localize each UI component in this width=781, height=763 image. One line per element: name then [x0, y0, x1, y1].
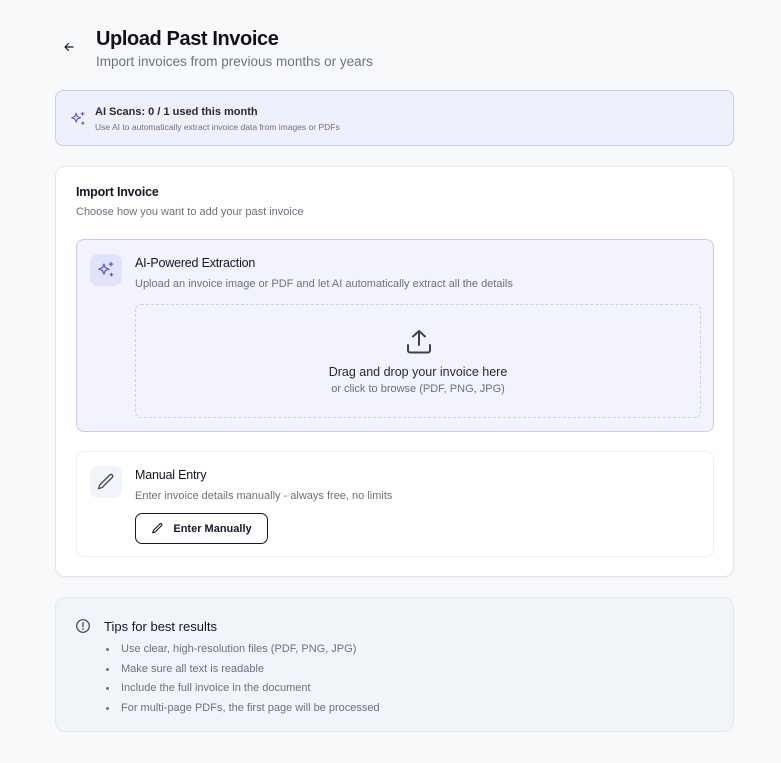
dropzone-subtitle: or click to browse (PDF, PNG, JPG): [331, 383, 505, 395]
manual-option-description: Enter invoice details manually - always …: [135, 490, 393, 502]
ai-extraction-option[interactable]: AI-Powered Extraction Upload an invoice …: [76, 239, 714, 432]
invoice-dropzone[interactable]: Drag and drop your invoice here or click…: [135, 304, 701, 418]
ai-scans-status: AI Scans: 0 / 1 used this month: [95, 106, 258, 118]
upload-icon: [407, 330, 431, 354]
pencil-icon: [152, 523, 163, 534]
enter-manually-label: Enter Manually: [173, 522, 252, 535]
arrow-left-icon: [64, 42, 74, 52]
manual-option-icon-wrap: [90, 466, 122, 498]
tips-list: Use clear, high-resolution files (PDF, P…: [104, 640, 380, 718]
tips-panel: Tips for best results Use clear, high-re…: [55, 597, 734, 732]
tips-title: Tips for best results: [104, 619, 217, 634]
page-subtitle: Import invoices from previous months or …: [96, 54, 373, 69]
pencil-icon: [97, 473, 114, 490]
tip-item: For multi-page PDFs, the first page will…: [104, 699, 380, 719]
ai-option-icon-wrap: [90, 254, 122, 286]
page-title: Upload Past Invoice: [96, 28, 279, 50]
info-icon: [76, 619, 90, 633]
back-button[interactable]: [60, 38, 78, 56]
sparkles-icon: [71, 111, 85, 125]
card-subtitle: Choose how you want to add your past inv…: [76, 206, 304, 218]
enter-manually-button[interactable]: Enter Manually: [135, 513, 268, 544]
ai-option-description: Upload an invoice image or PDF and let A…: [135, 278, 513, 290]
ai-scans-description: Use AI to automatically extract invoice …: [95, 122, 340, 132]
ai-option-title: AI-Powered Extraction: [135, 256, 256, 270]
import-invoice-card: Import Invoice Choose how you want to ad…: [55, 166, 734, 577]
manual-entry-option: Manual Entry Enter invoice details manua…: [76, 451, 714, 557]
manual-option-title: Manual Entry: [135, 468, 207, 482]
sparkles-icon: [98, 261, 114, 277]
tip-item: Use clear, high-resolution files (PDF, P…: [104, 640, 380, 660]
dropzone-title: Drag and drop your invoice here: [328, 365, 508, 379]
ai-scans-banner: AI Scans: 0 / 1 used this month Use AI t…: [55, 90, 734, 146]
tip-item: Make sure all text is readable: [104, 660, 380, 680]
tip-item: Include the full invoice in the document: [104, 679, 380, 699]
card-title: Import Invoice: [76, 185, 159, 199]
